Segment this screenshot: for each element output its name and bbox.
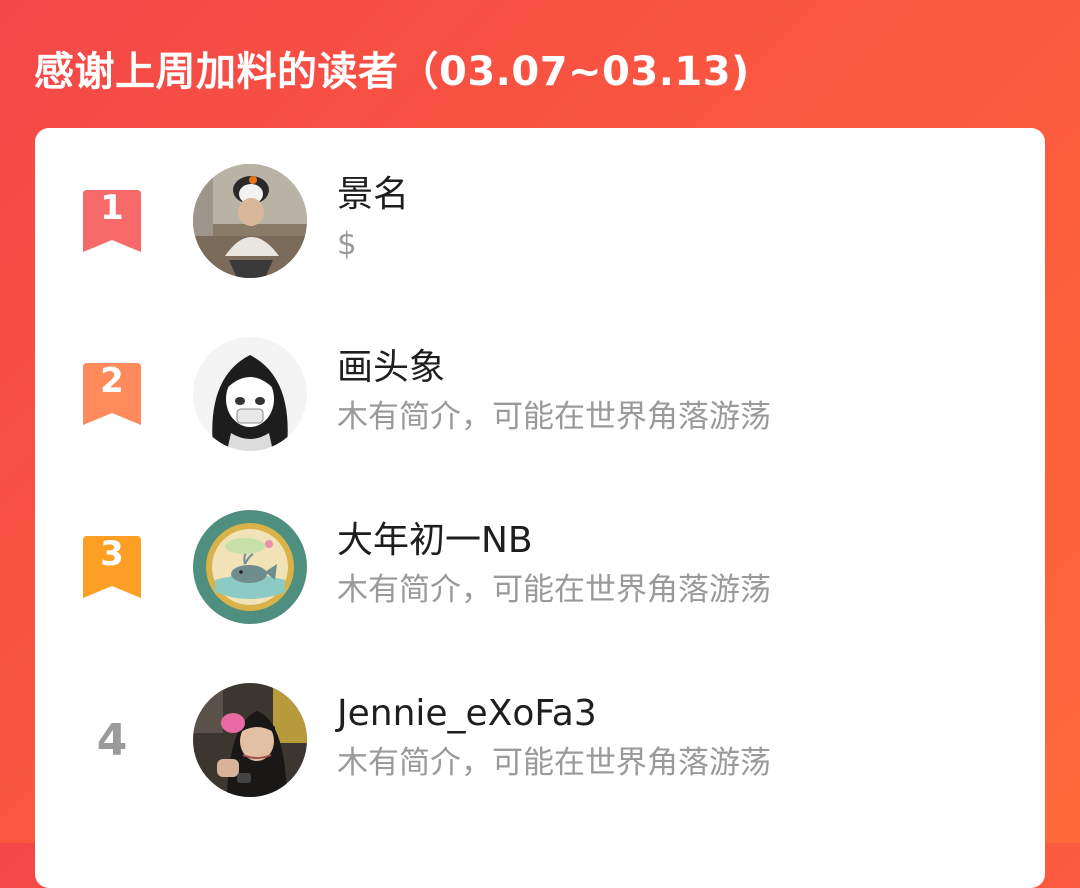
reader-name: 景名 xyxy=(337,174,410,215)
reader-name: Jennie_eXoFa3 xyxy=(337,693,597,734)
reader-row-1[interactable]: 1 景名 $ xyxy=(35,164,1045,284)
avatar[interactable] xyxy=(193,510,307,624)
reader-description: 木有简介，可能在世界角落游荡 xyxy=(337,399,771,435)
rank-number: 2 xyxy=(100,361,124,401)
avatar[interactable] xyxy=(193,337,307,451)
rank-number: 3 xyxy=(100,534,124,574)
reader-name: 画头象 xyxy=(337,347,446,388)
avatar[interactable] xyxy=(193,164,307,278)
page-title: 感谢上周加料的读者（03.07~03.13) xyxy=(34,49,750,95)
rank-number: 4 xyxy=(96,715,128,766)
reader-row-2[interactable]: 2 画头象 木有简介，可能在世界角落游荡 xyxy=(35,337,1045,457)
reader-description: 木有简介，可能在世界角落游荡 xyxy=(337,572,771,608)
reader-description: $ xyxy=(337,226,357,262)
reader-description: 木有简介，可能在世界角落游荡 xyxy=(337,745,771,781)
reader-list-card: 1 景名 $ 2 画头象 木有简介，可能在世界角落游荡 3 大年初一NB 木有简… xyxy=(35,128,1045,888)
reader-row-4[interactable]: 4 Jennie_eXoFa3 木有简介，可能在世界角落游荡 xyxy=(35,683,1045,803)
reader-name: 大年初一NB xyxy=(337,520,533,561)
rank-number: 1 xyxy=(100,188,124,228)
avatar[interactable] xyxy=(193,683,307,797)
reader-row-3[interactable]: 3 大年初一NB 木有简介，可能在世界角落游荡 xyxy=(35,510,1045,630)
